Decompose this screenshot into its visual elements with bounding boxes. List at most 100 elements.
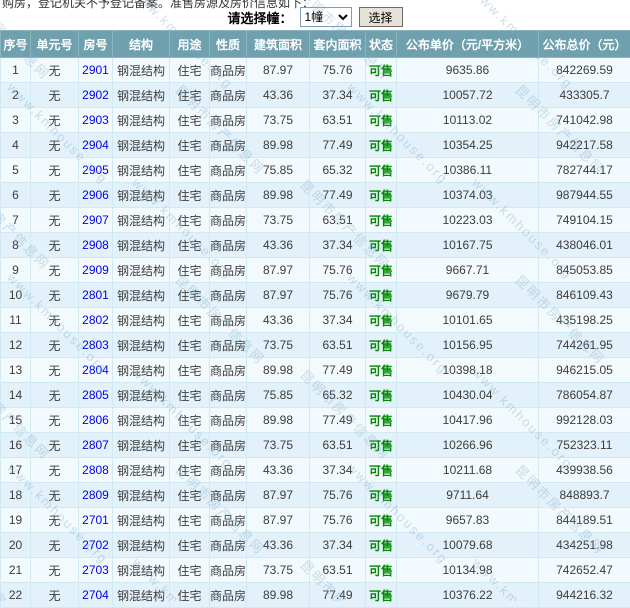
cell-total-price: 946215.05 <box>539 358 630 383</box>
cell-building-area: 75.85 <box>247 158 310 183</box>
cell-total-price: 844189.51 <box>539 508 630 533</box>
cell-unit-price: 10156.95 <box>397 333 539 358</box>
cell-unit-price: 10079.68 <box>397 533 539 558</box>
cell-inner-area: 75.76 <box>310 483 366 508</box>
cell-status: 可售 <box>366 433 397 458</box>
cell-status: 可售 <box>366 333 397 358</box>
cell-index: 22 <box>1 583 31 608</box>
cell-room-link[interactable]: 2908 <box>79 233 113 258</box>
cell-unit-number: 无 <box>31 383 79 408</box>
cell-unit-price: 10223.03 <box>397 208 539 233</box>
cell-unit-number: 无 <box>31 308 79 333</box>
col-header-unit-number: 单元号 <box>31 31 79 58</box>
cell-unit-number: 无 <box>31 358 79 383</box>
cell-status: 可售 <box>366 258 397 283</box>
cell-unit-price: 10386.11 <box>397 158 539 183</box>
cell-total-price: 741042.98 <box>539 108 630 133</box>
cell-building-area: 87.97 <box>247 58 310 83</box>
cell-unit-price: 10167.75 <box>397 233 539 258</box>
table-row: 2无2902钢混结构住宅商品房43.3637.34可售10057.7243330… <box>1 83 630 108</box>
cell-building-area: 43.36 <box>247 533 310 558</box>
cell-inner-area: 77.49 <box>310 408 366 433</box>
cell-index: 2 <box>1 83 31 108</box>
cell-structure: 钢混结构 <box>113 158 170 183</box>
cell-unit-price: 10101.65 <box>397 308 539 333</box>
cell-index: 9 <box>1 258 31 283</box>
cell-nature: 商品房 <box>210 158 247 183</box>
select-building-button[interactable]: 选择 <box>359 7 403 27</box>
cell-total-price: 439938.56 <box>539 458 630 483</box>
cell-total-price: 848893.7 <box>539 483 630 508</box>
cell-status: 可售 <box>366 83 397 108</box>
cell-index: 1 <box>1 58 31 83</box>
cell-total-price: 433305.7 <box>539 83 630 108</box>
cell-room-link[interactable]: 2901 <box>79 58 113 83</box>
cell-status: 可售 <box>366 233 397 258</box>
cell-nature: 商品房 <box>210 258 247 283</box>
col-header-structure: 结构 <box>113 31 170 58</box>
cell-room-link[interactable]: 2809 <box>79 483 113 508</box>
cell-index: 20 <box>1 533 31 558</box>
cell-room-link[interactable]: 2902 <box>79 83 113 108</box>
cell-usage: 住宅 <box>170 533 210 558</box>
cell-total-price: 992128.03 <box>539 408 630 433</box>
cell-room-link[interactable]: 2805 <box>79 383 113 408</box>
cell-building-area: 73.75 <box>247 108 310 133</box>
cell-index: 16 <box>1 433 31 458</box>
cell-room-link[interactable]: 2801 <box>79 283 113 308</box>
cell-room-link[interactable]: 2904 <box>79 133 113 158</box>
col-header-usage: 用途 <box>170 31 210 58</box>
listing-table-body: 1无2901钢混结构住宅商品房87.9775.76可售9635.86842269… <box>1 58 630 608</box>
cell-structure: 钢混结构 <box>113 383 170 408</box>
cell-unit-number: 无 <box>31 458 79 483</box>
cell-inner-area: 75.76 <box>310 258 366 283</box>
table-row: 20无2702钢混结构住宅商品房43.3637.34可售10079.684342… <box>1 533 630 558</box>
cell-room-link[interactable]: 2807 <box>79 433 113 458</box>
table-row: 18无2809钢混结构住宅商品房87.9775.76可售9711.6484889… <box>1 483 630 508</box>
cell-structure: 钢混结构 <box>113 358 170 383</box>
cell-room-link[interactable]: 2906 <box>79 183 113 208</box>
cell-status: 可售 <box>366 533 397 558</box>
cell-status: 可售 <box>366 283 397 308</box>
cell-structure: 钢混结构 <box>113 133 170 158</box>
cell-room-link[interactable]: 2808 <box>79 458 113 483</box>
table-row: 14无2805钢混结构住宅商品房75.8565.32可售10430.047860… <box>1 383 630 408</box>
cell-unit-number: 无 <box>31 158 79 183</box>
cell-status: 可售 <box>366 208 397 233</box>
cell-inner-area: 75.76 <box>310 283 366 308</box>
cell-unit-number: 无 <box>31 83 79 108</box>
cell-inner-area: 63.51 <box>310 108 366 133</box>
cell-structure: 钢混结构 <box>113 83 170 108</box>
cell-building-area: 89.98 <box>247 183 310 208</box>
cell-nature: 商品房 <box>210 283 247 308</box>
cell-room-link[interactable]: 2905 <box>79 158 113 183</box>
cell-room-link[interactable]: 2806 <box>79 408 113 433</box>
cell-room-link[interactable]: 2803 <box>79 333 113 358</box>
cell-nature: 商品房 <box>210 333 247 358</box>
cell-unit-number: 无 <box>31 58 79 83</box>
cell-room-link[interactable]: 2909 <box>79 258 113 283</box>
cell-room-link[interactable]: 2702 <box>79 533 113 558</box>
cell-nature: 商品房 <box>210 233 247 258</box>
table-row: 15无2806钢混结构住宅商品房89.9877.49可售10417.969921… <box>1 408 630 433</box>
cell-total-price: 742652.47 <box>539 558 630 583</box>
cell-unit-number: 无 <box>31 558 79 583</box>
cell-inner-area: 37.34 <box>310 533 366 558</box>
cell-total-price: 842269.59 <box>539 58 630 83</box>
cell-usage: 住宅 <box>170 333 210 358</box>
cell-unit-number: 无 <box>31 333 79 358</box>
cell-unit-number: 无 <box>31 533 79 558</box>
cell-room-link[interactable]: 2703 <box>79 558 113 583</box>
cell-nature: 商品房 <box>210 558 247 583</box>
cell-room-link[interactable]: 2903 <box>79 108 113 133</box>
cell-total-price: 987944.55 <box>539 183 630 208</box>
cell-room-link[interactable]: 2804 <box>79 358 113 383</box>
cell-room-link[interactable]: 2802 <box>79 308 113 333</box>
cell-index: 14 <box>1 383 31 408</box>
cell-room-link[interactable]: 2701 <box>79 508 113 533</box>
building-select[interactable]: 1幢 <box>300 7 352 27</box>
cell-nature: 商品房 <box>210 108 247 133</box>
cell-room-link[interactable]: 2704 <box>79 583 113 608</box>
cell-room-link[interactable]: 2907 <box>79 208 113 233</box>
cell-inner-area: 63.51 <box>310 558 366 583</box>
